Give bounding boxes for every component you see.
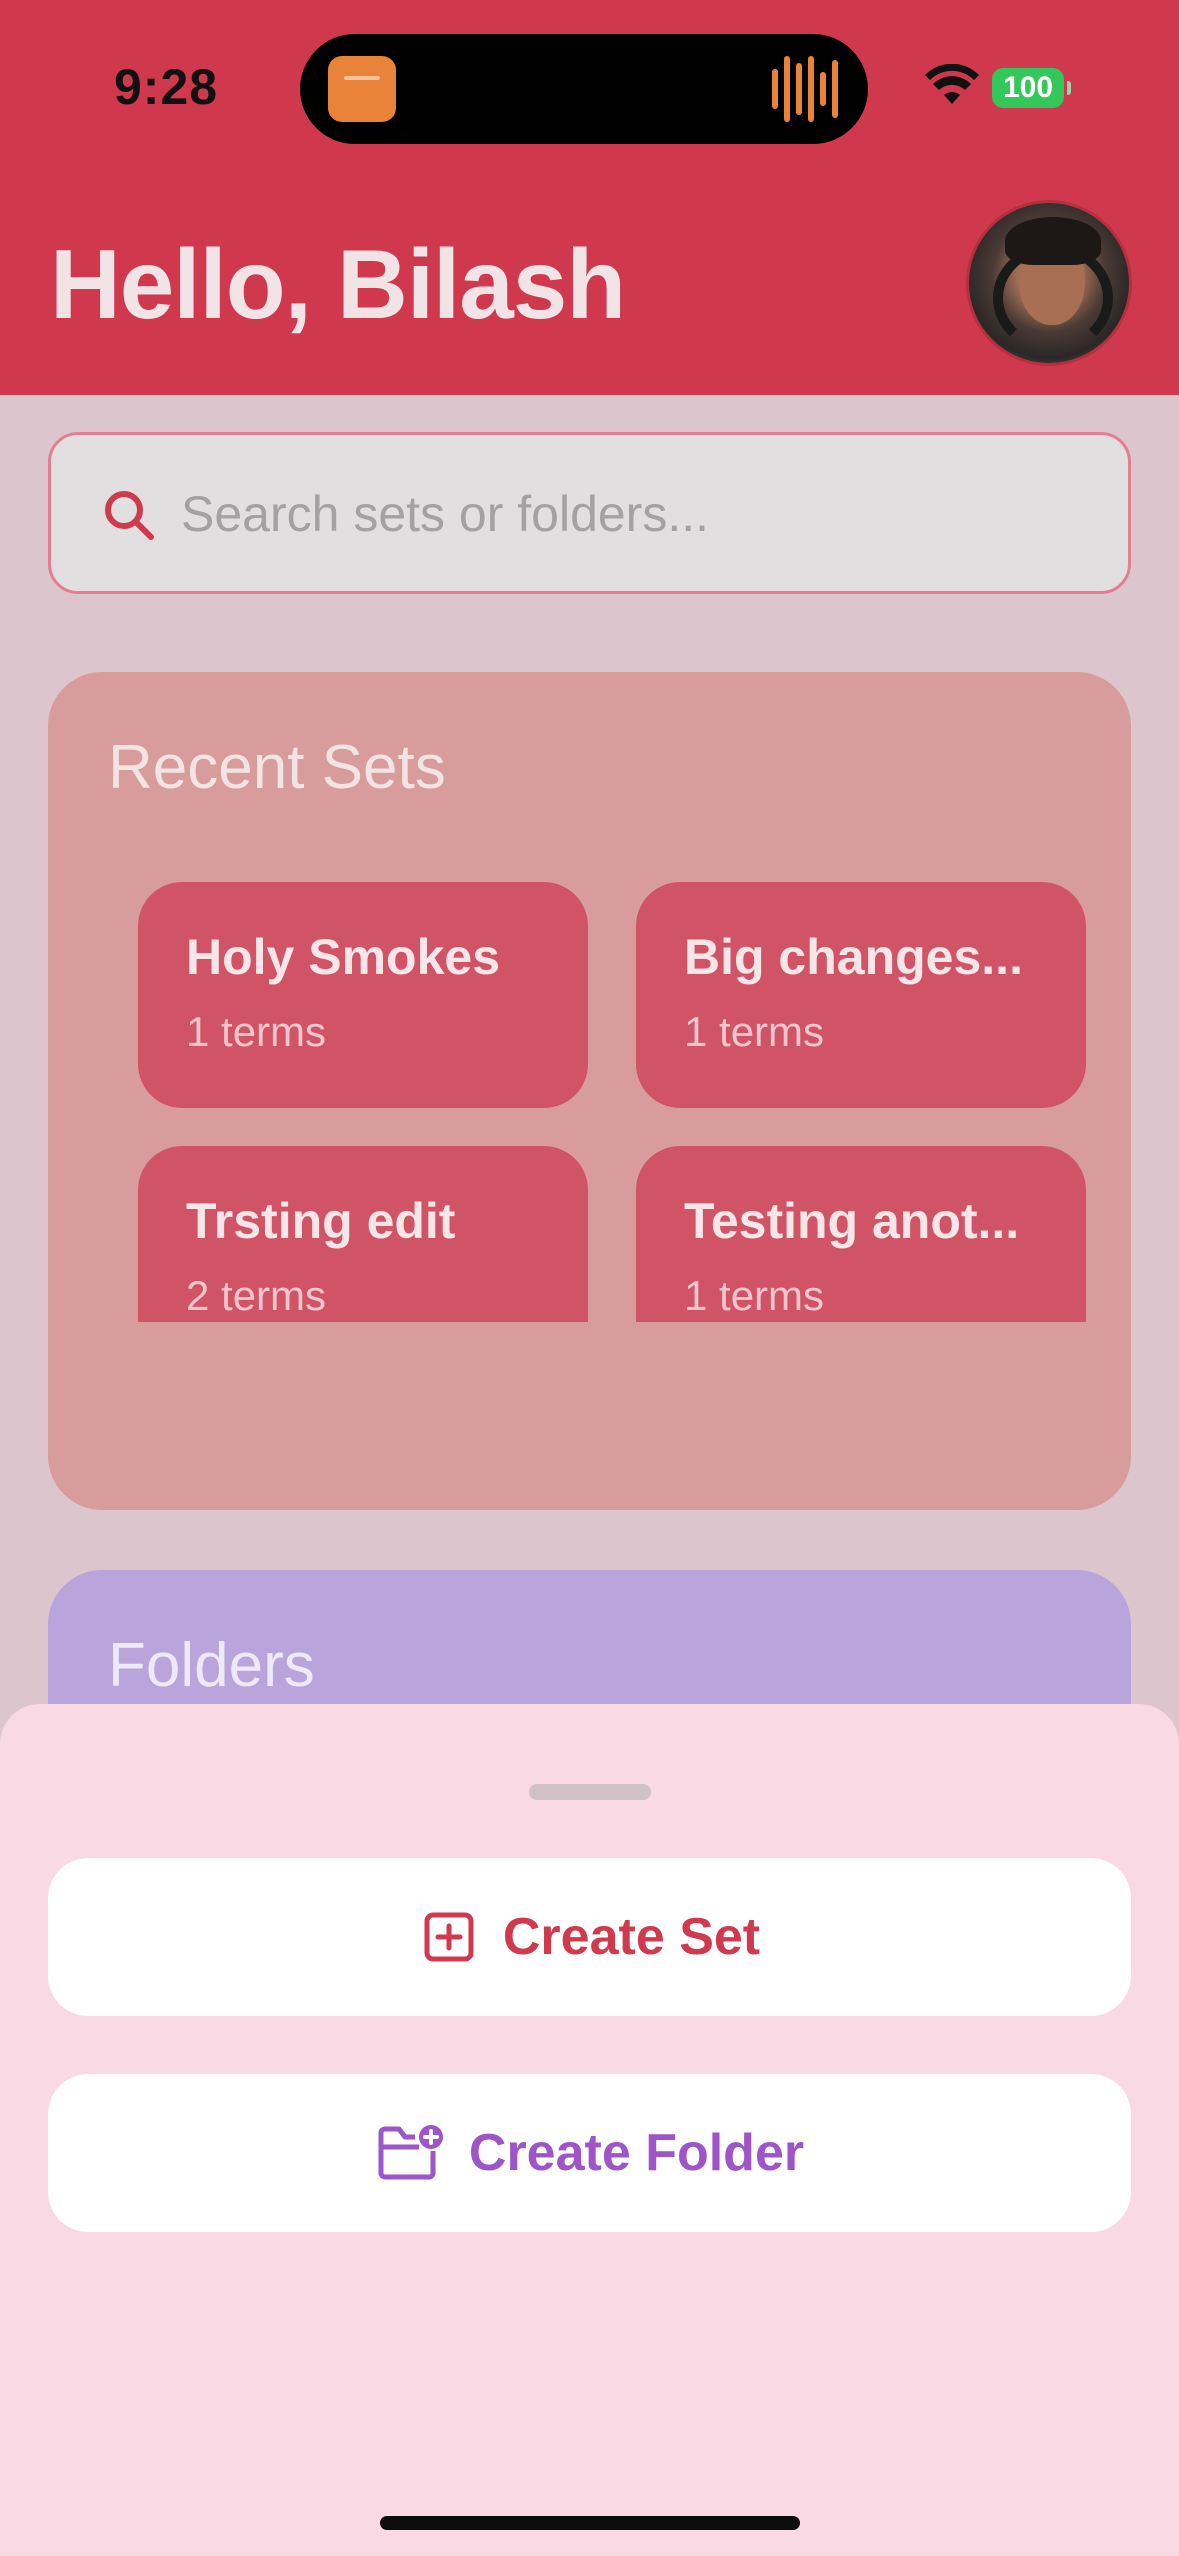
set-card[interactable]: Testing anot... 1 terms [636, 1146, 1086, 1322]
avatar[interactable] [966, 200, 1132, 366]
set-card-count: 1 terms [186, 1008, 327, 1055]
home-screen: 9:28 100 Hello, Bilash Search sets or fo… [0, 0, 1179, 2556]
set-card[interactable]: Holy Smokes 1 terms [138, 882, 588, 1108]
set-card-count: 1 terms [684, 1272, 825, 1319]
page-title: Hello, Bilash [50, 229, 626, 339]
avatar-hair [1005, 217, 1101, 265]
create-set-label: Create Set [502, 1908, 761, 1966]
set-card[interactable]: Trsting edit 2 terms [138, 1146, 588, 1322]
set-card-title: Trsting edit [186, 1193, 456, 1249]
home-indicator[interactable] [380, 2516, 800, 2530]
dynamic-island[interactable] [300, 34, 868, 144]
create-folder-button[interactable]: Create Folder [48, 2074, 1131, 2232]
audio-waveform-icon [772, 54, 838, 124]
set-card-title: Big changes... [684, 929, 1023, 985]
create-set-button[interactable]: Create Set [48, 1858, 1131, 2016]
header: 9:28 100 Hello, Bilash [0, 0, 1179, 395]
create-folder-label: Create Folder [468, 2124, 805, 2182]
battery-indicator: 100 [992, 68, 1071, 108]
search-input[interactable] [181, 481, 1081, 547]
recent-sets-title: Recent Sets [108, 733, 446, 802]
search-bar[interactable] [48, 432, 1131, 594]
create-sheet: Create Set Create Folder [0, 1704, 1179, 2556]
set-card-count: 1 terms [684, 1008, 825, 1055]
plus-square-icon [424, 1912, 474, 1962]
app-activity-icon [328, 56, 396, 122]
folders-title: Folders [108, 1631, 315, 1700]
status-time: 9:28 [114, 59, 219, 115]
wifi-icon [925, 64, 979, 104]
set-card-title: Testing anot... [684, 1193, 1020, 1249]
set-card[interactable]: Big changes... 1 terms [636, 882, 1086, 1108]
folder-plus-icon [378, 2125, 443, 2180]
search-icon [105, 491, 154, 540]
recent-sets-grid[interactable]: Holy Smokes 1 terms Big changes... 1 ter… [138, 882, 1120, 1322]
recent-sets-panel: Recent Sets Holy Smokes 1 terms Big chan… [48, 672, 1131, 1510]
set-card-title: Holy Smokes [186, 929, 501, 985]
sheet-grabber[interactable] [529, 1784, 651, 1800]
set-card-count: 2 terms [186, 1272, 327, 1319]
